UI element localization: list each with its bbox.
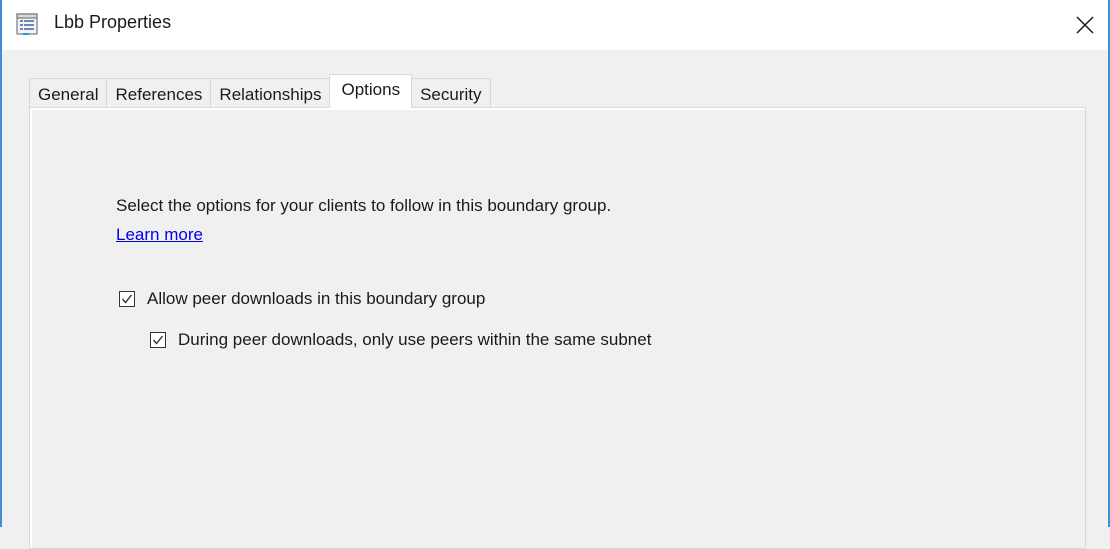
tab-options[interactable]: Options (329, 74, 413, 108)
tab-references[interactable]: References (106, 78, 212, 108)
allow-peer-downloads-label: Allow peer downloads in this boundary gr… (147, 289, 486, 308)
options-panel: Select the options for your clients to f… (29, 107, 1086, 549)
tab-strip: General References Relationships Options… (29, 74, 491, 108)
window-title: Lbb Properties (54, 12, 172, 32)
checkmark-icon (121, 294, 133, 304)
checkmark-icon (152, 335, 164, 345)
tab-security[interactable]: Security (411, 78, 491, 108)
properties-dialog-icon (15, 12, 39, 36)
learn-more-link[interactable]: Learn more (116, 225, 203, 245)
tab-relationships[interactable]: Relationships (210, 78, 331, 108)
same-subnet-peers-option[interactable]: During peer downloads, only use peers wi… (150, 330, 651, 350)
same-subnet-peers-label: During peer downloads, only use peers wi… (178, 330, 652, 349)
allow-peer-downloads-checkbox[interactable] (119, 291, 135, 307)
close-button[interactable] (1062, 0, 1108, 50)
title-bar: Lbb Properties (2, 0, 1108, 50)
properties-dialog: Lbb Properties General References Relati… (0, 0, 1110, 549)
close-icon (1076, 16, 1094, 34)
tab-general[interactable]: General (29, 78, 108, 108)
same-subnet-peers-checkbox[interactable] (150, 332, 166, 348)
options-description: Select the options for your clients to f… (116, 196, 612, 215)
allow-peer-downloads-option[interactable]: Allow peer downloads in this boundary gr… (119, 289, 485, 309)
